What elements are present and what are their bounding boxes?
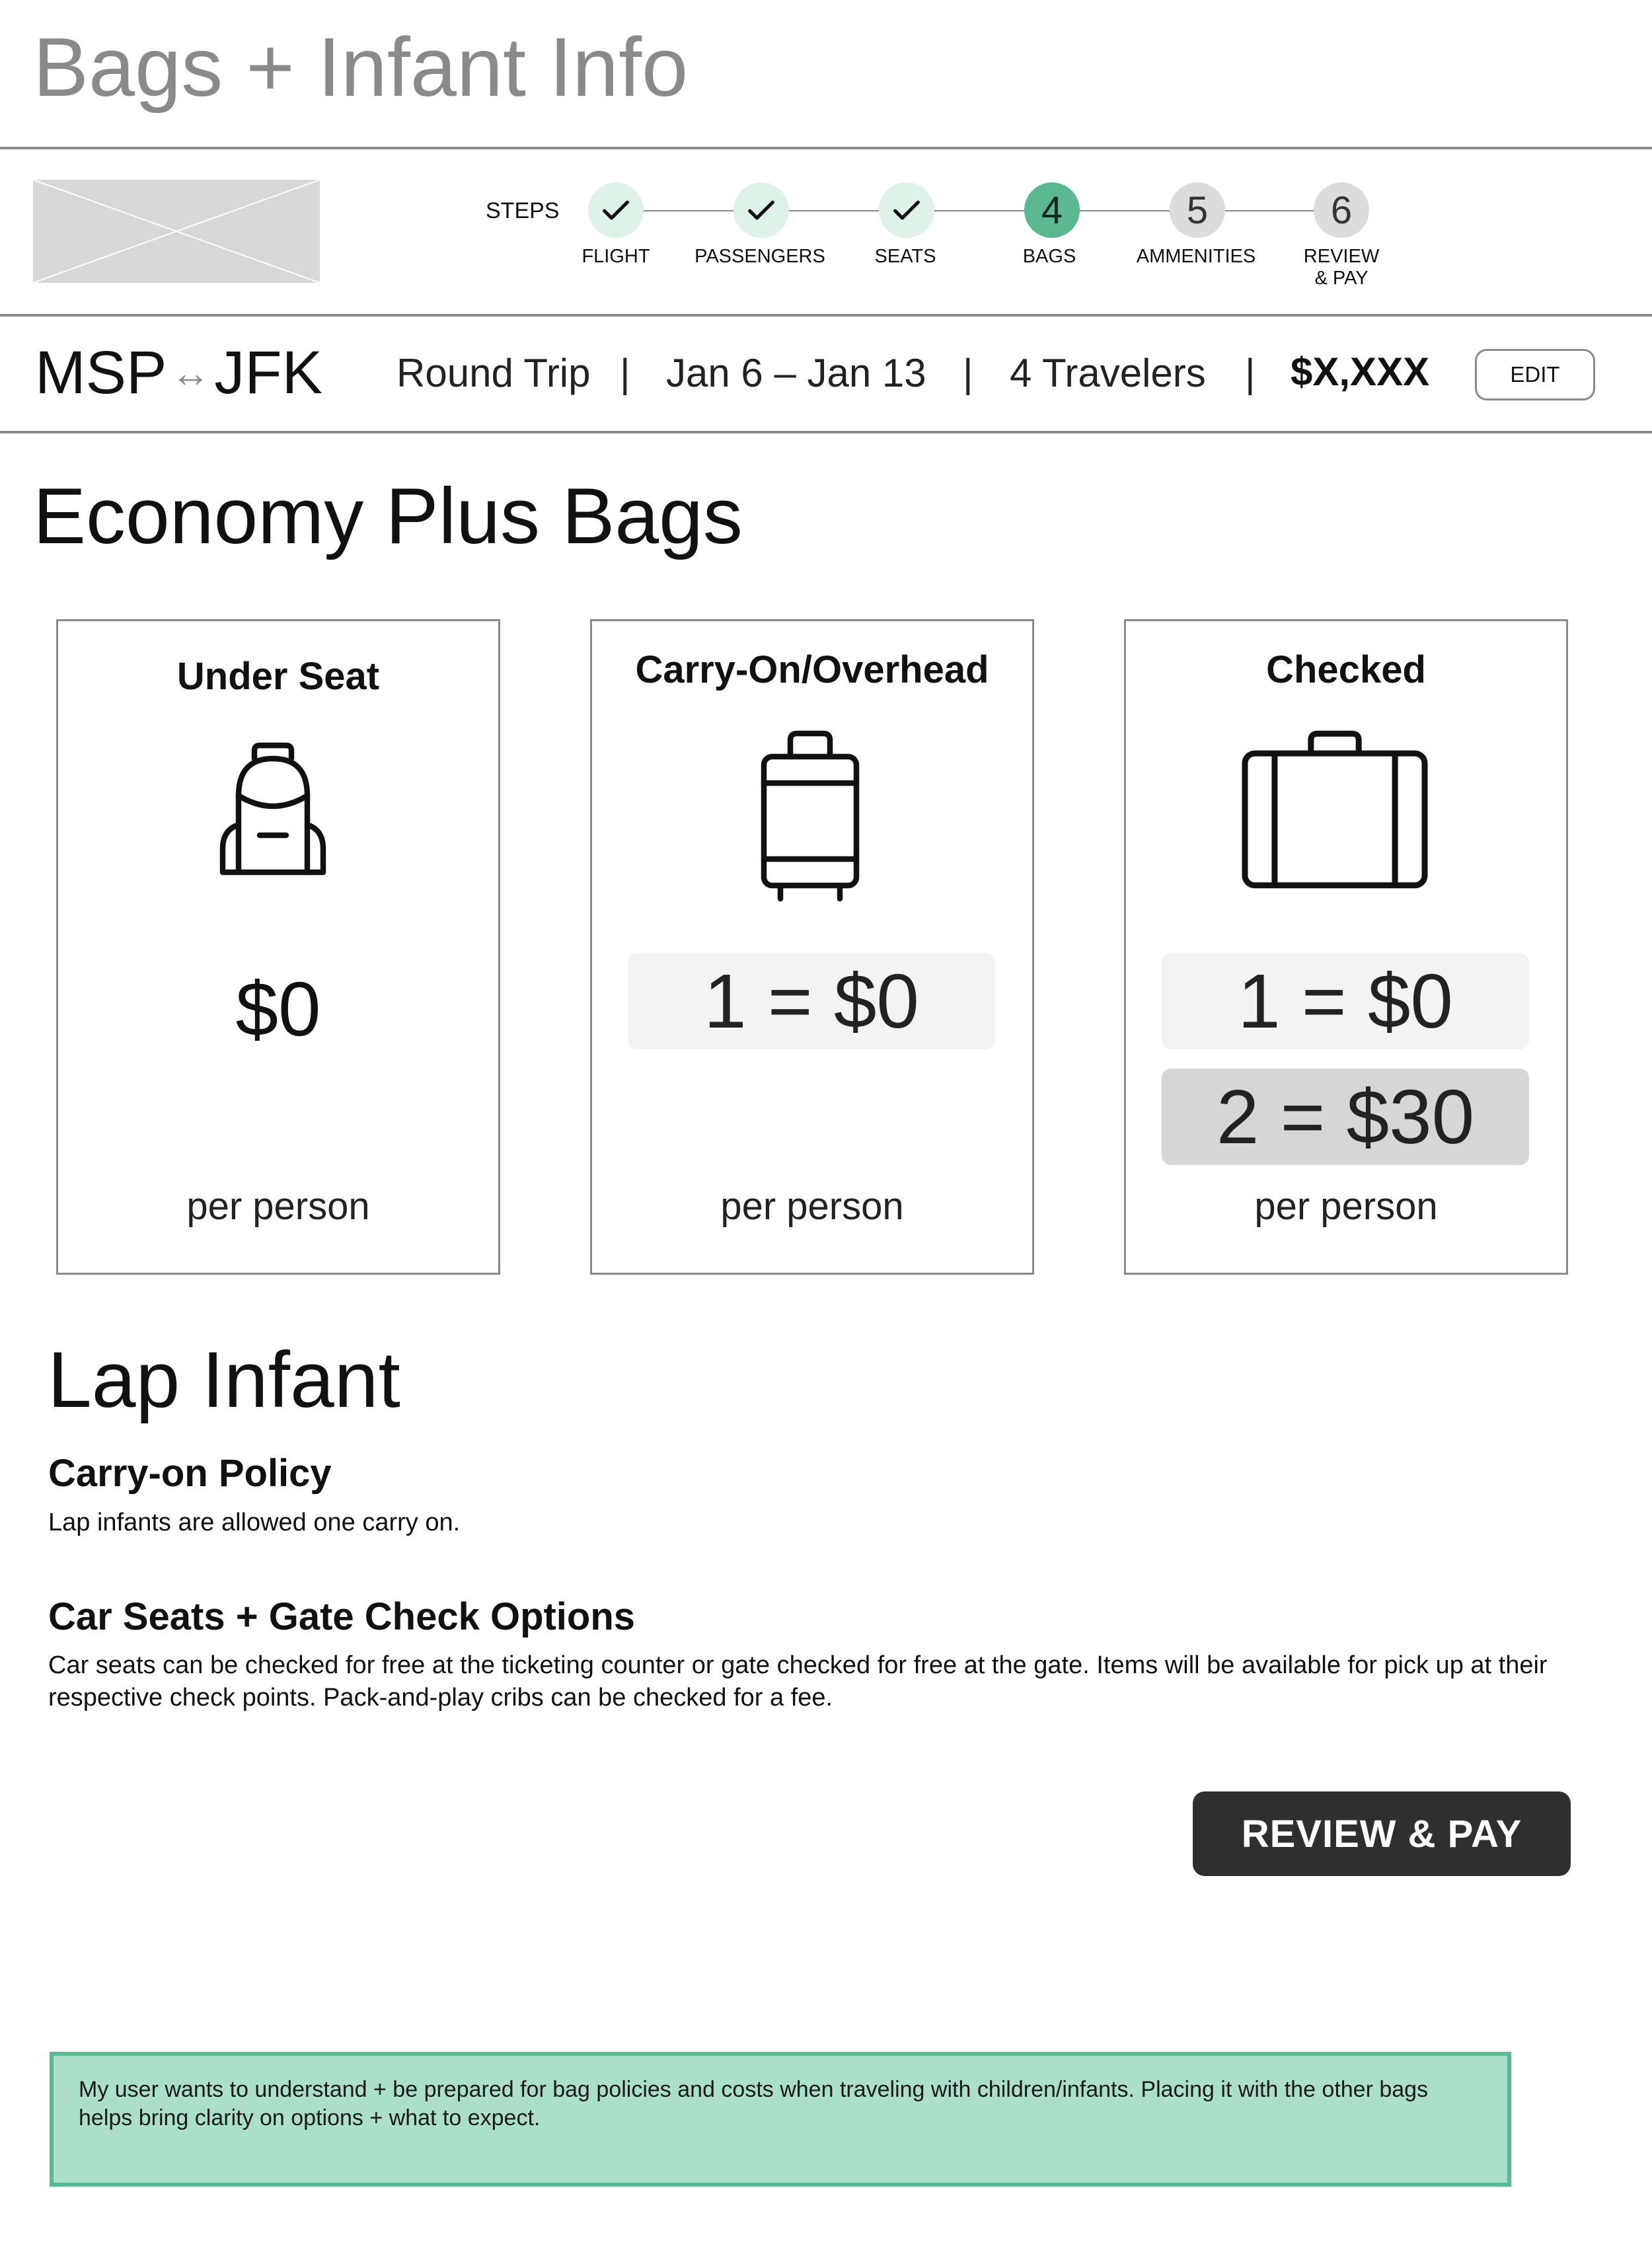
page-title: Bags + Infant Info [33,20,689,114]
step-label-flight: FLIGHT [582,246,650,267]
step-passengers-check[interactable] [733,182,789,238]
per-person-label: per person [720,1185,904,1228]
round-trip-arrow-icon: ↔ [170,351,211,395]
checked-option-2[interactable]: 2 = $30 [1162,1069,1529,1165]
rolling-suitcase-icon [754,730,866,902]
review-pay-button[interactable]: REVIEW & PAY [1193,1791,1571,1876]
step-flight-check[interactable] [588,182,644,238]
steps-divider [0,314,1652,317]
origin-code: MSP [35,339,167,406]
carry-on-policy-title: Carry-on Policy [48,1452,332,1495]
trip-type: Round Trip [396,351,591,395]
bag-card-checked[interactable]: Checked 1 = $0 2 = $30 per person [1124,619,1568,1275]
separator: | [620,351,630,395]
bag-card-title: Checked [1266,648,1426,691]
step-label-bags: BAGS [1022,246,1076,267]
step-seats-check[interactable] [879,182,934,238]
separator: | [963,351,973,395]
step-ammenities-number[interactable]: 5 [1170,182,1225,238]
destination-code: JFK [214,339,322,406]
step-label-ammenities: AMMENITIES [1136,246,1256,267]
step-label-seats: SEATS [874,246,936,267]
suitcase-icon [1238,727,1431,892]
checkmark-icon [748,200,774,220]
bags-heading: Economy Plus Bags [33,472,743,560]
step-review-number[interactable]: 6 [1314,182,1369,238]
bag-card-under-seat[interactable]: Under Seat $0 per person [56,619,500,1275]
header-divider [0,147,1652,149]
step-label-passengers: PASSENGERS [695,246,825,267]
bag-card-title: Under Seat [176,655,380,698]
infant-heading: Lap Infant [48,1336,400,1424]
bag-card-carry-on[interactable]: Carry-On/Overhead 1 = $0 per person [590,619,1034,1275]
car-seat-text: Car seats can be checked for free at the… [48,1651,1548,1712]
per-person-label: per person [186,1185,370,1228]
checkmark-icon [893,200,920,220]
logo-placeholder [33,180,320,283]
step-label-review: REVIEW & PAY [1303,246,1380,289]
backpack-icon [207,740,339,880]
separator: | [1245,351,1256,395]
summary-divider [0,431,1652,433]
bag-card-title: Carry-On/Overhead [635,648,989,691]
trip-dates: Jan 6 – Jan 13 [666,351,926,395]
carry-on-option-1[interactable]: 1 = $0 [628,953,995,1049]
checked-option-1[interactable]: 1 = $0 [1162,953,1529,1049]
under-seat-price: $0 [235,966,321,1052]
step-bags-number[interactable]: 4 [1024,182,1080,238]
traveler-count: 4 Travelers [1010,351,1206,395]
steps-label: STEPS [486,198,560,223]
route: MSP ↔ JFK [35,338,322,408]
trip-price: $X,XXX [1291,350,1430,394]
edit-button[interactable]: EDIT [1475,349,1595,400]
checkmark-icon [603,200,629,220]
car-seat-title: Car Seats + Gate Check Options [48,1595,636,1638]
per-person-label: per person [1254,1185,1438,1228]
carry-on-policy-text: Lap infants are allowed one carry on. [48,1509,461,1536]
design-note: My user wants to understand + be prepare… [50,2052,1511,2187]
